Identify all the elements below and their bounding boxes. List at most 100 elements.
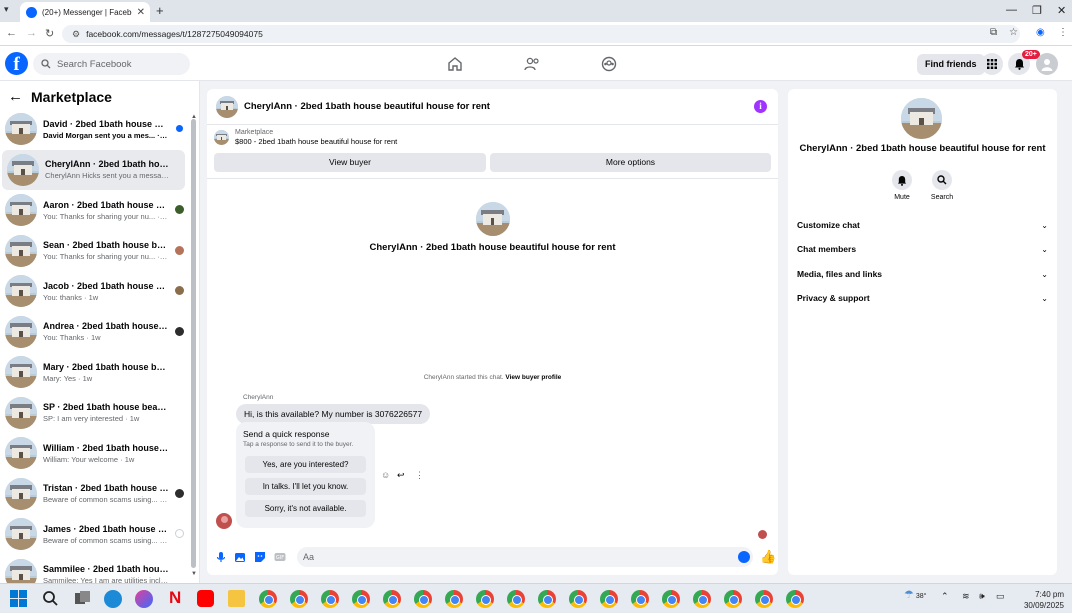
- minimize-icon[interactable]: —: [1006, 4, 1017, 16]
- intro-avatar[interactable]: [475, 202, 510, 236]
- conversation-item[interactable]: Aaron · 2bed 1bath house bea... You: Than…: [0, 190, 188, 230]
- menu-grid-button[interactable]: [981, 53, 1003, 75]
- sticker-icon[interactable]: [254, 551, 266, 563]
- chat-title[interactable]: CherylAnn · 2bed 1bath house beautiful h…: [244, 101, 490, 112]
- search-input[interactable]: [57, 58, 177, 70]
- conversation-item[interactable]: James · 2bed 1bath house bea... Beware of…: [0, 514, 188, 554]
- customize-chat-section[interactable]: Customize chat ⌄: [797, 216, 1048, 234]
- conversation-item[interactable]: Mary · 2bed 1bath house beautif...Mary: …: [0, 352, 188, 392]
- search-box[interactable]: [33, 53, 190, 75]
- chrome-profile-icon[interactable]: [383, 590, 401, 608]
- chrome-profile-icon[interactable]: [352, 590, 370, 608]
- chrome-profile-icon[interactable]: [414, 590, 432, 608]
- marketplace-listing[interactable]: Marketplace $800 - 2bed 1bath house beau…: [214, 129, 397, 146]
- url-field[interactable]: ⚙ facebook.com/messages/t/12872750490940…: [62, 25, 1020, 43]
- chrome-profile-icon[interactable]: [507, 590, 525, 608]
- conversation-item[interactable]: David · 2bed 1bath house bea... David Mor…: [0, 109, 188, 149]
- chrome-profile-icon[interactable]: [445, 590, 463, 608]
- forward-icon[interactable]: →: [26, 27, 37, 39]
- chrome-profile-icon[interactable]: [693, 590, 711, 608]
- close-tab-icon[interactable]: ✕: [137, 7, 144, 18]
- conversation-item[interactable]: Sammilee · 2bed 1bath house be... Sammile…: [0, 555, 188, 583]
- more-options-button[interactable]: More options: [490, 153, 771, 172]
- media-files-links-section[interactable]: Media, files and links ⌄: [797, 265, 1048, 283]
- message-input[interactable]: [297, 547, 753, 567]
- close-window-icon[interactable]: ✕: [1057, 4, 1066, 17]
- back-icon[interactable]: ←: [6, 27, 17, 39]
- chrome-profile-icon-active[interactable]: [631, 590, 649, 608]
- quick-response-button[interactable]: In talks. I'll let you know.: [245, 478, 366, 495]
- scroll-down-icon[interactable]: ▼: [191, 571, 197, 577]
- copilot-icon[interactable]: [135, 590, 153, 608]
- sidebar-scrollbar[interactable]: ▲ ▼: [190, 114, 198, 583]
- view-buyer-profile-link[interactable]: View buyer profile: [505, 374, 561, 381]
- more-actions-icon[interactable]: ⋮: [415, 470, 424, 481]
- tray-expand-icon[interactable]: ⌃: [941, 591, 949, 602]
- netflix-icon[interactable]: N: [169, 588, 181, 608]
- conversation-item[interactable]: CherylAnn · 2bed 1bath house b... CherylA…: [2, 149, 185, 190]
- emoji-icon[interactable]: [738, 551, 750, 563]
- info-icon[interactable]: i: [754, 100, 767, 113]
- view-buyer-button[interactable]: View buyer: [214, 153, 486, 172]
- weather-widget[interactable]: ☂ 38°: [904, 588, 926, 601]
- edge-icon[interactable]: [104, 590, 122, 608]
- reply-icon[interactable]: ↩: [397, 470, 405, 481]
- search-conversation-button[interactable]: Search: [922, 170, 962, 201]
- file-explorer-icon[interactable]: [228, 590, 245, 607]
- search-icon[interactable]: [42, 590, 59, 607]
- conversation-item[interactable]: William · 2bed 1bath house bea...William…: [0, 433, 188, 473]
- facebook-logo-icon[interactable]: f: [5, 52, 28, 75]
- site-info-icon[interactable]: ⚙: [72, 29, 80, 40]
- conversation-item[interactable]: Andrea · 2bed 1bath house be... You: Than…: [0, 312, 188, 352]
- bookmark-star-icon[interactable]: ☆: [1009, 27, 1018, 38]
- info-avatar[interactable]: [901, 98, 942, 139]
- chrome-profile-icon[interactable]: [724, 590, 742, 608]
- chrome-icon[interactable]: [259, 590, 277, 608]
- system-clock[interactable]: 7:40 pm 30/09/2025: [1014, 589, 1064, 611]
- privacy-support-section[interactable]: Privacy & support ⌄: [797, 289, 1048, 307]
- conversation-item[interactable]: Tristan · 2bed 1bath house be... Beware o…: [0, 474, 188, 514]
- scroll-thumb[interactable]: [191, 119, 196, 568]
- reload-icon[interactable]: ↻: [45, 27, 54, 40]
- react-icon[interactable]: ☺: [381, 470, 390, 480]
- chrome-profile-icon[interactable]: [786, 590, 804, 608]
- chrome-profile-icon[interactable]: [538, 590, 556, 608]
- conversation-item[interactable]: Jacob · 2bed 1bath house bea... You: than…: [0, 271, 188, 311]
- menu-dots-icon[interactable]: ⋮: [1058, 27, 1068, 38]
- profile-icon[interactable]: ◉: [1036, 27, 1045, 38]
- chrome-profile-icon[interactable]: [321, 590, 339, 608]
- chrome-profile-icon[interactable]: [662, 590, 680, 608]
- task-view-icon[interactable]: [74, 590, 91, 607]
- quick-response-button[interactable]: Sorry, it's not available.: [245, 500, 366, 517]
- account-avatar[interactable]: [1036, 53, 1058, 75]
- conversation-item[interactable]: SP · 2bed 1bath house beautiful ... SP: I…: [0, 393, 188, 433]
- find-friends-button[interactable]: Find friends: [917, 54, 985, 75]
- message-bubble[interactable]: Hi, is this available? My number is 3076…: [236, 404, 431, 424]
- tab-list-icon[interactable]: ▾: [4, 4, 9, 15]
- battery-icon[interactable]: ▭: [996, 591, 1005, 602]
- buyer-avatar[interactable]: [216, 513, 232, 529]
- browser-tab[interactable]: (20+) Messenger | Facebook ✕: [20, 2, 150, 22]
- page-scrollbar[interactable]: [1066, 47, 1072, 583]
- chat-avatar[interactable]: [216, 95, 238, 118]
- home-icon[interactable]: [446, 55, 464, 73]
- install-app-icon[interactable]: ⧉: [990, 27, 997, 38]
- chrome-profile-icon[interactable]: [600, 590, 618, 608]
- chrome-profile-icon[interactable]: [569, 590, 587, 608]
- youtube-icon[interactable]: [197, 590, 214, 607]
- back-arrow-icon[interactable]: ←: [8, 88, 23, 105]
- restore-icon[interactable]: ❐: [1032, 4, 1042, 17]
- new-tab-icon[interactable]: +: [156, 3, 164, 18]
- groups-icon[interactable]: [600, 55, 618, 73]
- chrome-profile-icon[interactable]: [755, 590, 773, 608]
- windows-start-icon[interactable]: [10, 590, 27, 607]
- chrome-profile-icon[interactable]: [476, 590, 494, 608]
- photo-icon[interactable]: [234, 551, 246, 563]
- friends-icon[interactable]: [523, 55, 541, 73]
- gif-icon[interactable]: GIF: [274, 551, 286, 563]
- quick-response-button[interactable]: Yes, are you interested?: [245, 456, 366, 473]
- mute-button[interactable]: Mute: [882, 170, 922, 201]
- conversation-item[interactable]: Sean · 2bed 1bath house beau... You: Than…: [0, 231, 188, 271]
- chrome-profile-icon[interactable]: [290, 590, 308, 608]
- chat-members-section[interactable]: Chat members ⌄: [797, 240, 1048, 258]
